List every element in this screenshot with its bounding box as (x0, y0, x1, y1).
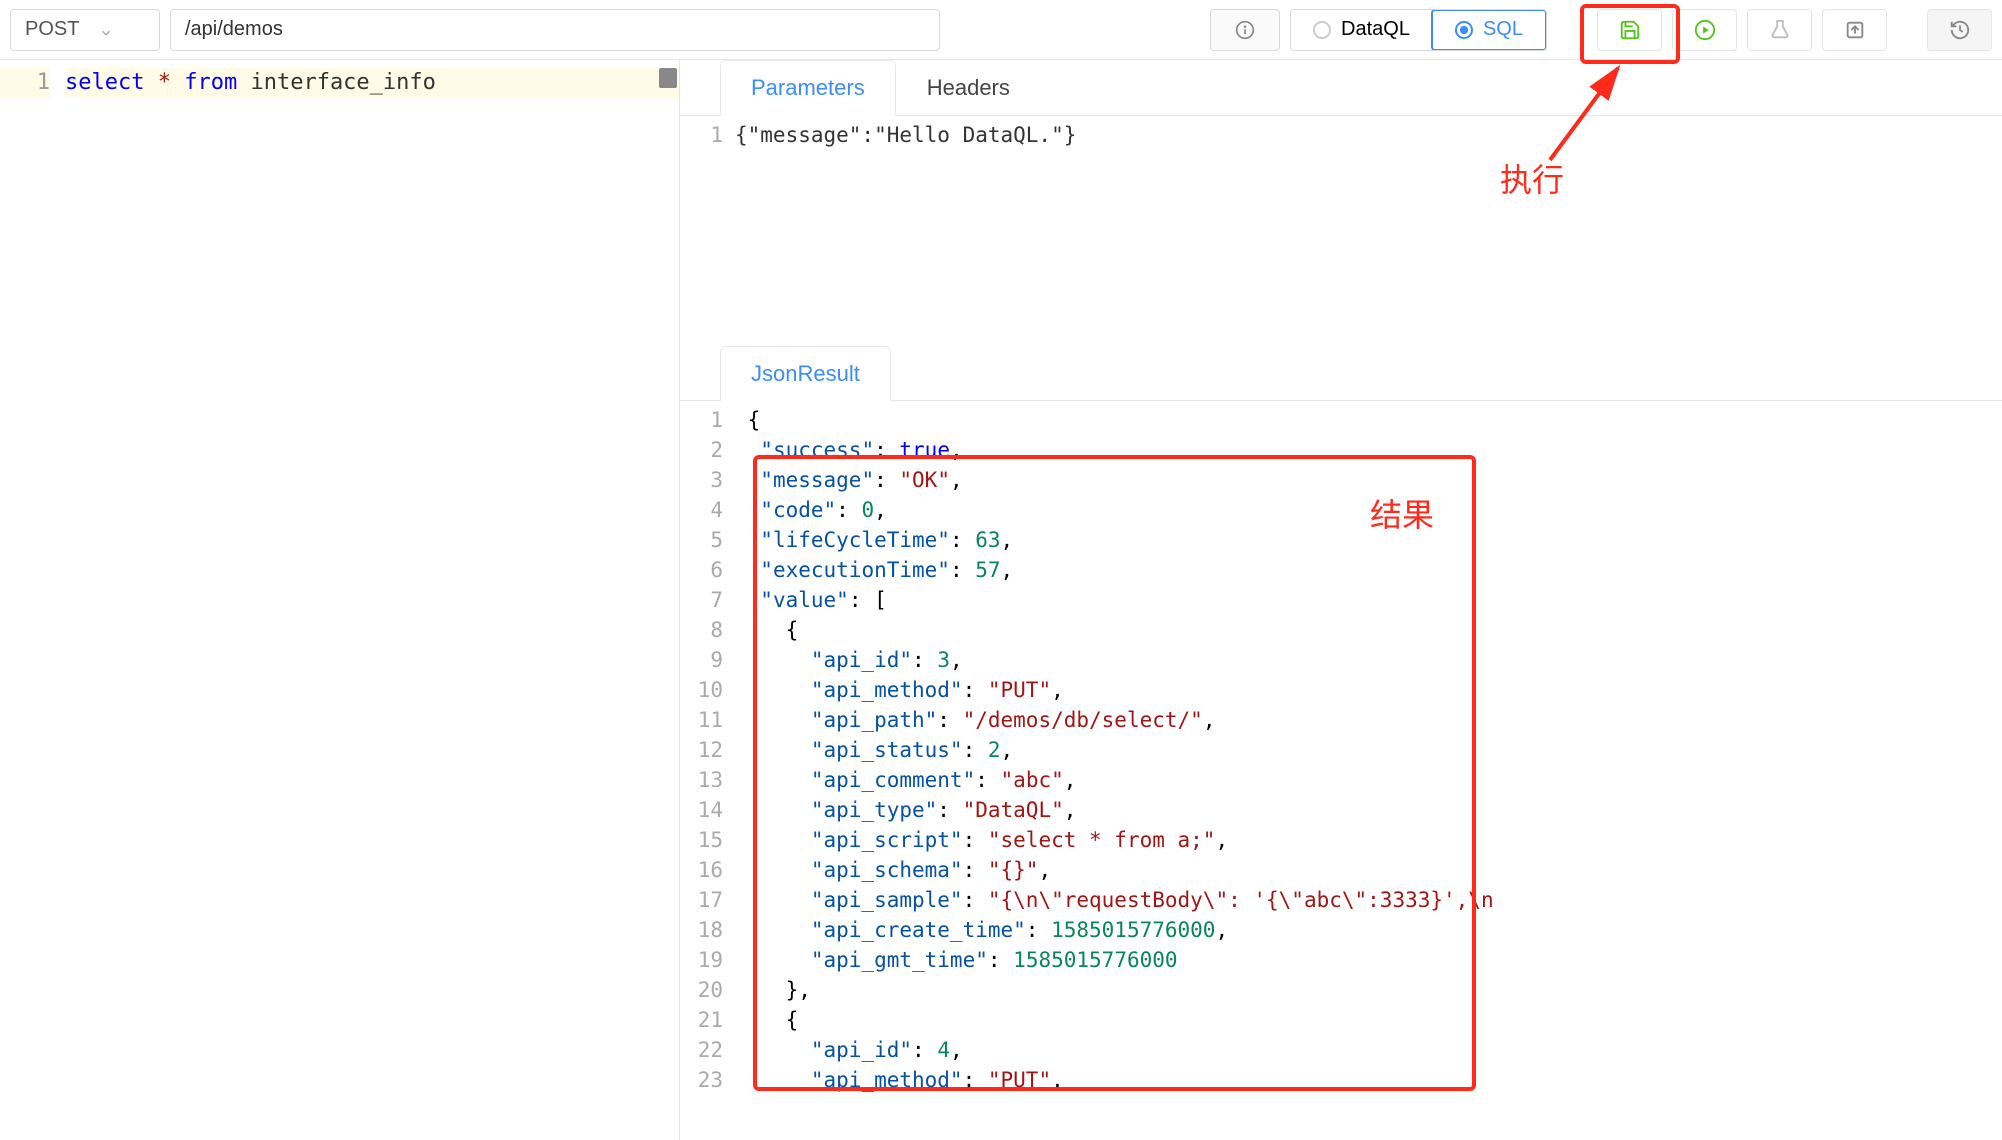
result-line: "value": [ (735, 585, 2002, 615)
result-line: "api_path": "/demos/db/select/", (735, 705, 2002, 735)
publish-button[interactable] (1822, 9, 1887, 51)
line-number: 1 (0, 68, 50, 98)
result-line: "lifeCycleTime": 63, (735, 525, 2002, 555)
line-number: 17 (680, 885, 723, 915)
line-number: 13 (680, 765, 723, 795)
line-number: 14 (680, 795, 723, 825)
line-number: 20 (680, 975, 723, 1005)
line-number: 10 (680, 675, 723, 705)
tab-parameters[interactable]: Parameters (720, 60, 896, 116)
result-line: { (735, 1005, 2002, 1035)
result-line: "success": true, (735, 435, 2002, 465)
line-number: 5 (680, 525, 723, 555)
result-line: "api_schema": "{}", (735, 855, 2002, 885)
radio-icon (1455, 21, 1473, 39)
result-line: "api_method": "PUT". (735, 1065, 2002, 1095)
result-line: "message": "OK", (735, 465, 2002, 495)
result-section: 1234567891011121314151617181920212223 { … (680, 401, 2002, 1140)
language-toggle: DataQL SQL (1290, 9, 1547, 51)
result-line: "api_method": "PUT", (735, 675, 2002, 705)
method-label: POST (25, 18, 79, 41)
result-editor[interactable]: 1234567891011121314151617181920212223 { … (680, 401, 2002, 1095)
scroll-indicator (659, 68, 677, 88)
result-line: "api_create_time": 1585015776000, (735, 915, 2002, 945)
result-line: "executionTime": 57, (735, 555, 2002, 585)
tab-jsonresult[interactable]: JsonResult (720, 346, 891, 401)
line-number: 7 (680, 585, 723, 615)
sql-editor[interactable]: 1 select * from interface_info (0, 60, 679, 98)
params-editor[interactable]: 1 {"message":"Hello DataQL."} (680, 116, 2002, 346)
sql-line-1: select * from interface_info (65, 68, 679, 98)
line-number: 8 (680, 615, 723, 645)
request-tabs: Parameters Headers (680, 60, 2002, 116)
main-split: 1 select * from interface_info Parameter… (0, 60, 2002, 1140)
line-number: 2 (680, 435, 723, 465)
sql-editor-panel: 1 select * from interface_info (0, 60, 680, 1140)
code-area[interactable]: select * from interface_info (65, 60, 679, 98)
gutter: 1 (0, 60, 65, 98)
line-number: 16 (680, 855, 723, 885)
history-button[interactable] (1927, 9, 1992, 51)
result-line: "api_id": 3, (735, 645, 2002, 675)
toolbar: POST DataQL SQL (0, 0, 2002, 60)
dataql-label: DataQL (1341, 18, 1410, 41)
execute-button[interactable] (1672, 9, 1737, 51)
line-number: 1 (680, 405, 723, 435)
result-line: { (735, 405, 2002, 435)
api-path-input[interactable] (170, 9, 940, 51)
tab-headers[interactable]: Headers (896, 60, 1041, 115)
chevron-down-icon (99, 23, 113, 37)
result-line: "api_sample": "{\n\"requestBody\": '{\"a… (735, 885, 2002, 915)
result-code: { "success": true, "message": "OK", "cod… (735, 401, 2002, 1095)
save-button[interactable] (1597, 9, 1662, 51)
result-line: "api_gmt_time": 1585015776000 (735, 945, 2002, 975)
line-number: 6 (680, 555, 723, 585)
result-line: { (735, 615, 2002, 645)
params-line-1: {"message":"Hello DataQL."} (735, 120, 2002, 150)
line-number: 9 (680, 645, 723, 675)
http-method-select[interactable]: POST (10, 9, 160, 51)
line-number: 19 (680, 945, 723, 975)
line-number: 21 (680, 1005, 723, 1035)
sql-label: SQL (1483, 18, 1523, 41)
result-line: "code": 0, (735, 495, 2002, 525)
sql-radio[interactable]: SQL (1431, 9, 1547, 51)
line-number: 11 (680, 705, 723, 735)
line-number: 3 (680, 465, 723, 495)
result-line: "api_status": 2, (735, 735, 2002, 765)
line-number: 4 (680, 495, 723, 525)
line-number: 12 (680, 735, 723, 765)
params-code[interactable]: {"message":"Hello DataQL."} (735, 116, 2002, 346)
line-number: 15 (680, 825, 723, 855)
line-number: 23 (680, 1065, 723, 1095)
right-panel: Parameters Headers 1 {"message":"Hello D… (680, 60, 2002, 1140)
gutter: 1234567891011121314151617181920212223 (680, 401, 735, 1095)
radio-icon (1313, 21, 1331, 39)
result-line: }, (735, 975, 2002, 1005)
result-line: "api_id": 4, (735, 1035, 2002, 1065)
result-line: "api_type": "DataQL", (735, 795, 2002, 825)
line-number: 22 (680, 1035, 723, 1065)
result-line: "api_comment": "abc", (735, 765, 2002, 795)
test-button[interactable] (1747, 9, 1812, 51)
gutter: 1 (680, 116, 735, 346)
result-tabs: JsonResult (680, 346, 2002, 401)
result-line: "api_script": "select * from a;", (735, 825, 2002, 855)
dataql-radio[interactable]: DataQL (1291, 10, 1432, 50)
info-button[interactable] (1210, 9, 1280, 51)
line-number: 1 (680, 120, 723, 150)
line-number: 18 (680, 915, 723, 945)
